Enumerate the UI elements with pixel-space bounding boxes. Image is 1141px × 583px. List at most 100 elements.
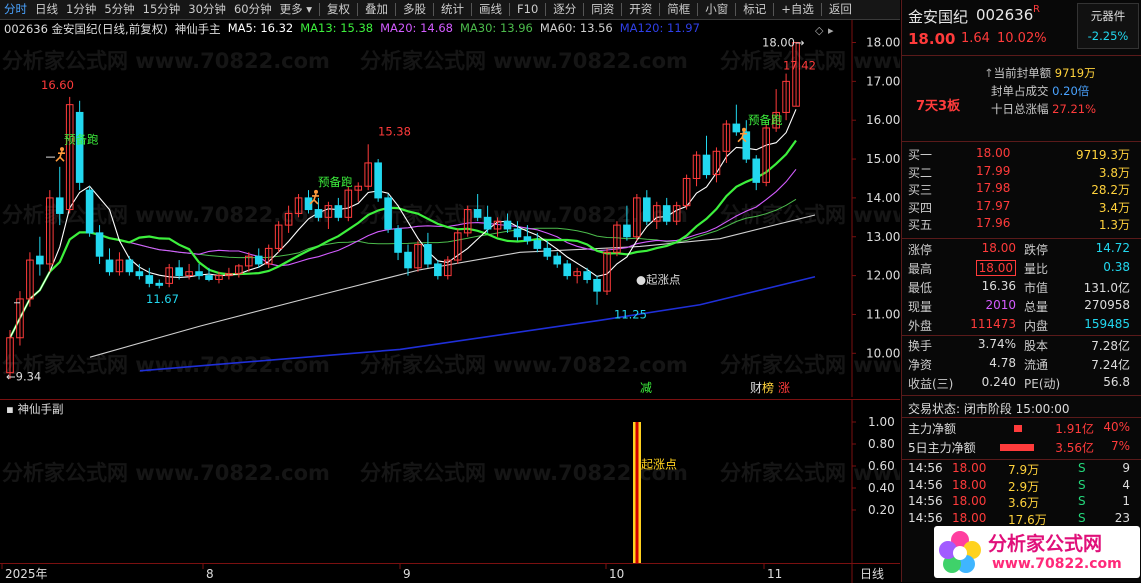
tick-count: 4 xyxy=(1122,477,1130,492)
indicator-name[interactable]: 神仙手主 xyxy=(175,21,221,37)
stat-label: 量比 xyxy=(1024,262,1049,276)
stat-row: 收益(三) 0.240 PE(动) 56.8 xyxy=(902,375,1141,394)
candle-body xyxy=(662,205,671,222)
candle-body xyxy=(145,275,154,284)
date-axis: 2025年 8 9 10 11 日线 xyxy=(0,563,900,583)
indicator-title: ▪ 神仙手副 xyxy=(6,402,63,416)
overlay-button[interactable]: 叠加 xyxy=(361,0,392,19)
date-tick-label: 9 xyxy=(403,567,411,581)
candle-body xyxy=(125,259,134,273)
chart-arrow-icon: ▸ xyxy=(828,24,834,37)
tick-price: 18.00 xyxy=(952,510,987,525)
period-tab-intraday[interactable]: 分时 xyxy=(0,0,31,19)
stat-label: 换手 xyxy=(908,339,933,353)
ten-day-value: 27.21% xyxy=(1052,102,1097,116)
logo-title: 分析家公式网 xyxy=(988,533,1103,555)
adjust-button[interactable]: 复权 xyxy=(323,0,354,19)
order-book-row[interactable]: 买一 18.00 9719.3万 xyxy=(902,146,1141,164)
order-book-row[interactable]: 买五 17.96 1.3万 xyxy=(902,216,1141,234)
stat-value: 4.78 xyxy=(989,356,1016,370)
tick-list[interactable]: 14:56 18.00 7.9万 S 9 14:56 18.00 2.9万 S 4 14:56 18.… xyxy=(902,461,1141,527)
tick-row[interactable]: 14:56 18.00 7.9万 S 9 xyxy=(902,461,1141,478)
tick-row[interactable]: 14:56 18.00 3.6万 S 1 xyxy=(902,494,1141,511)
flow-value: 3.56亿 xyxy=(1055,441,1094,455)
stock-name: 金安国纪 xyxy=(908,8,969,26)
candle-body xyxy=(404,251,412,269)
tick-count: 23 xyxy=(1114,510,1130,525)
draw-button[interactable]: 画线 xyxy=(475,0,506,19)
period-tab-daily[interactable]: 日线 xyxy=(31,0,62,19)
stat-value: 111473 xyxy=(970,317,1016,331)
date-tick-label: 11 xyxy=(767,567,782,581)
price-change: 1.64 xyxy=(961,31,990,46)
stat-label: PE(动) xyxy=(1024,377,1061,391)
period-tab-30min[interactable]: 30分钟 xyxy=(184,0,230,19)
signal-bar-inner xyxy=(635,422,639,564)
stat-value: 7.24亿 xyxy=(1091,358,1130,372)
limit-tag: 7天3板 xyxy=(916,99,961,114)
order-book-row[interactable]: 买四 17.97 3.4万 xyxy=(902,199,1141,217)
stat-value: 18.00 xyxy=(981,241,1016,255)
candle-body xyxy=(155,282,164,286)
stat-label: 最高 xyxy=(908,262,933,276)
simple-frame-button[interactable]: 简框 xyxy=(663,0,694,19)
low-label-2: 11.25 xyxy=(614,307,647,321)
candle-body xyxy=(533,240,542,249)
stat-label: 最低 xyxy=(908,281,933,295)
stat-value: 0.38 xyxy=(1103,260,1130,274)
event-tag-rise: 涨 xyxy=(778,380,790,395)
stat-label: 收益(三) xyxy=(908,377,954,391)
tick-row[interactable]: 14:56 18.00 2.9万 S 4 xyxy=(902,478,1141,495)
candle-body xyxy=(434,263,442,277)
site-logo: 分析家公式网 www.70822.com xyxy=(934,526,1140,578)
order-price: 17.98 xyxy=(976,181,1011,195)
toolbar-separator xyxy=(395,3,397,16)
tick-side: S xyxy=(1078,477,1086,492)
period-tab-1min[interactable]: 1分钟 xyxy=(62,0,100,19)
candle-body xyxy=(513,228,522,238)
flower-icon xyxy=(939,531,981,573)
candle-body xyxy=(553,255,562,265)
period-tab-60min[interactable]: 60分钟 xyxy=(230,0,276,19)
watermark-text: 分析家公式网 www.70822.com xyxy=(2,353,330,377)
order-volume: 3.8万 xyxy=(1098,165,1130,180)
mark-button[interactable]: 标记 xyxy=(739,0,770,19)
tick-row[interactable]: 14:56 18.00 17.6万 S 23 xyxy=(902,511,1141,528)
ma-legend: 002636 金安国纪(日线,前复权) 神仙手主 MA5: 16.32 MA13… xyxy=(4,21,700,37)
price-tick-label: 16.00 xyxy=(866,113,900,127)
period-tab-more[interactable]: 更多 ▾ xyxy=(276,0,316,19)
order-label: 买四 xyxy=(908,200,933,215)
watermark-text: 分析家公式网 www.70822.com xyxy=(720,461,900,485)
tick-time: 14:56 xyxy=(908,494,943,508)
candlestick-chart[interactable]: 18.0017.0016.0015.0014.0013.0012.0011.00… xyxy=(0,20,900,397)
last-price: 18.00 xyxy=(908,30,956,48)
toolbar-separator xyxy=(820,3,822,16)
indicator-pane[interactable]: ▪ 神仙手副1.000.800.600.400.20分析家公式网 www.708… xyxy=(0,399,900,564)
open-fund-button[interactable]: 开资 xyxy=(625,0,656,19)
back-button[interactable]: 返回 xyxy=(825,0,856,19)
stats-button[interactable]: 统计 xyxy=(437,0,468,19)
period-tab-15min[interactable]: 15分钟 xyxy=(139,0,185,19)
runner-icon xyxy=(309,189,319,205)
candle-body xyxy=(175,267,183,277)
sector-box[interactable]: 元器件 -2.25% xyxy=(1077,3,1139,49)
watermark-text: 分析家公式网 www.70822.com xyxy=(360,49,688,73)
candle-body xyxy=(702,154,711,176)
watermark-text: 分析家公式网 www.70822.com xyxy=(2,461,330,485)
add-watchlist-button[interactable]: +自选 xyxy=(777,0,818,19)
flow-row: 主力净额 1.91亿 40% xyxy=(902,420,1141,439)
order-price: 17.97 xyxy=(976,198,1011,213)
date-tick-label: 10 xyxy=(609,567,624,581)
minute-button[interactable]: 逐分 xyxy=(549,0,580,19)
date-tick-label: 8 xyxy=(206,567,214,581)
mini-window-button[interactable]: 小窗 xyxy=(701,0,732,19)
same-fund-button[interactable]: 同资 xyxy=(587,0,618,19)
order-book-row[interactable]: 买二 17.99 3.8万 xyxy=(902,164,1141,182)
order-book-row[interactable]: 买三 17.98 28.2万 xyxy=(902,181,1141,199)
event-tag-rank: 榜 xyxy=(762,380,774,395)
multi-stock-button[interactable]: 多股 xyxy=(399,0,430,19)
stats-table-2: 换手 3.74% 股本 7.28亿 净资 4.78 流通 7.24亿 收益(三) 0.240 PE(… xyxy=(902,337,1141,394)
period-tab-5min[interactable]: 5分钟 xyxy=(100,0,138,19)
candle-body xyxy=(523,236,532,242)
f10-button[interactable]: F10 xyxy=(513,0,542,19)
